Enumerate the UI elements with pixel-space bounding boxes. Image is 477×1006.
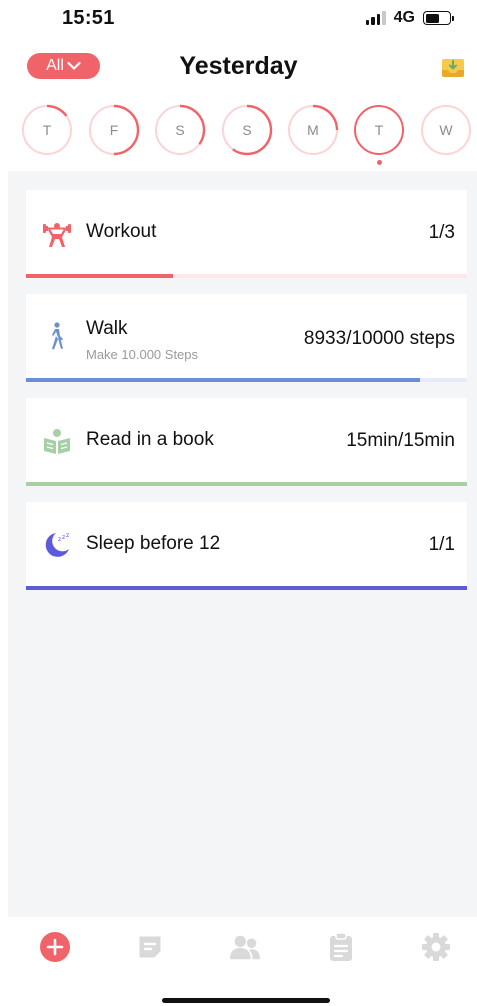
network-type: 4G	[393, 9, 415, 26]
habit-name: Walk	[86, 318, 128, 339]
friends-tab[interactable]	[229, 931, 261, 963]
day-6[interactable]: W	[420, 104, 472, 156]
add-tab[interactable]	[39, 931, 71, 963]
habit-progress-text: 1/3	[428, 222, 455, 243]
svg-text:z: z	[58, 536, 61, 543]
home-indicator[interactable]	[162, 998, 330, 1003]
status-bar: 15:51 4G	[0, 0, 477, 38]
habit-progress-bar	[26, 378, 420, 382]
plus-icon	[40, 932, 70, 962]
battery-icon	[423, 11, 454, 25]
week-day-selector: TFSSMTW	[0, 104, 477, 168]
header: All Yesterday	[0, 44, 477, 90]
day-label: T	[42, 122, 52, 138]
habit-progress-track	[26, 482, 467, 486]
habit-card[interactable]: Walk Make 10.000 Steps 8933/10000 steps	[26, 294, 467, 382]
habit-name: Workout	[86, 221, 157, 242]
day-5[interactable]: T	[353, 104, 405, 156]
habit-progress-bar	[26, 482, 467, 486]
day-label: T	[374, 122, 384, 138]
habit-progress-text: 8933/10000 steps	[303, 328, 455, 349]
clipboard-icon	[330, 932, 352, 961]
people-icon	[229, 935, 261, 960]
day-label: S	[175, 122, 185, 138]
day-1[interactable]: F	[88, 104, 140, 156]
habit-progress-bar	[26, 586, 467, 590]
reading-book-icon	[42, 426, 72, 456]
bottom-tab-bar	[0, 917, 477, 981]
habit-name: Read in a book	[86, 429, 214, 450]
habit-progress-text: 15min/15min	[346, 430, 455, 451]
day-label: F	[109, 122, 119, 138]
moon-sleep-icon: zzz	[42, 530, 72, 560]
habit-subtitle: Make 10.000 Steps	[86, 347, 199, 362]
habit-progress-track	[26, 274, 467, 278]
signal-strength-icon	[365, 11, 386, 25]
selected-day-indicator	[377, 160, 382, 165]
settings-tab[interactable]	[420, 931, 452, 963]
note-icon	[139, 936, 161, 958]
habit-progress-track	[26, 586, 467, 590]
notes-tab[interactable]	[134, 931, 166, 963]
day-label: S	[242, 122, 252, 138]
day-4[interactable]: M	[287, 104, 339, 156]
status-time: 15:51	[62, 7, 115, 29]
day-2[interactable]: S	[154, 104, 206, 156]
day-label: W	[439, 122, 453, 138]
habit-progress-text: 1/1	[428, 534, 455, 555]
clipboard-tab[interactable]	[325, 931, 357, 963]
habit-card[interactable]: Read in a book 15min/15min	[26, 398, 467, 486]
weightlifter-icon	[42, 218, 72, 248]
walking-person-icon	[42, 321, 72, 351]
day-label: M	[307, 122, 319, 138]
page-title: Yesterday	[179, 52, 298, 80]
gear-icon	[422, 933, 450, 961]
svg-text:z: z	[62, 534, 65, 541]
habit-list: Workout 1/3 Walk Make 10.000 Steps 8933/1000…	[8, 171, 477, 917]
habit-progress-bar	[26, 274, 173, 278]
day-3[interactable]: S	[221, 104, 273, 156]
habit-card[interactable]: z z z Sleep before 12 1/1	[26, 502, 467, 590]
habit-name: Sleep before 12	[86, 533, 221, 554]
habit-progress-track	[26, 378, 467, 382]
svg-text:z: z	[66, 532, 69, 539]
status-indicators: 4G	[365, 9, 454, 27]
inbox-download-icon[interactable]	[441, 56, 465, 78]
day-0[interactable]: T	[21, 104, 73, 156]
habit-card[interactable]: Workout 1/3	[26, 190, 467, 278]
